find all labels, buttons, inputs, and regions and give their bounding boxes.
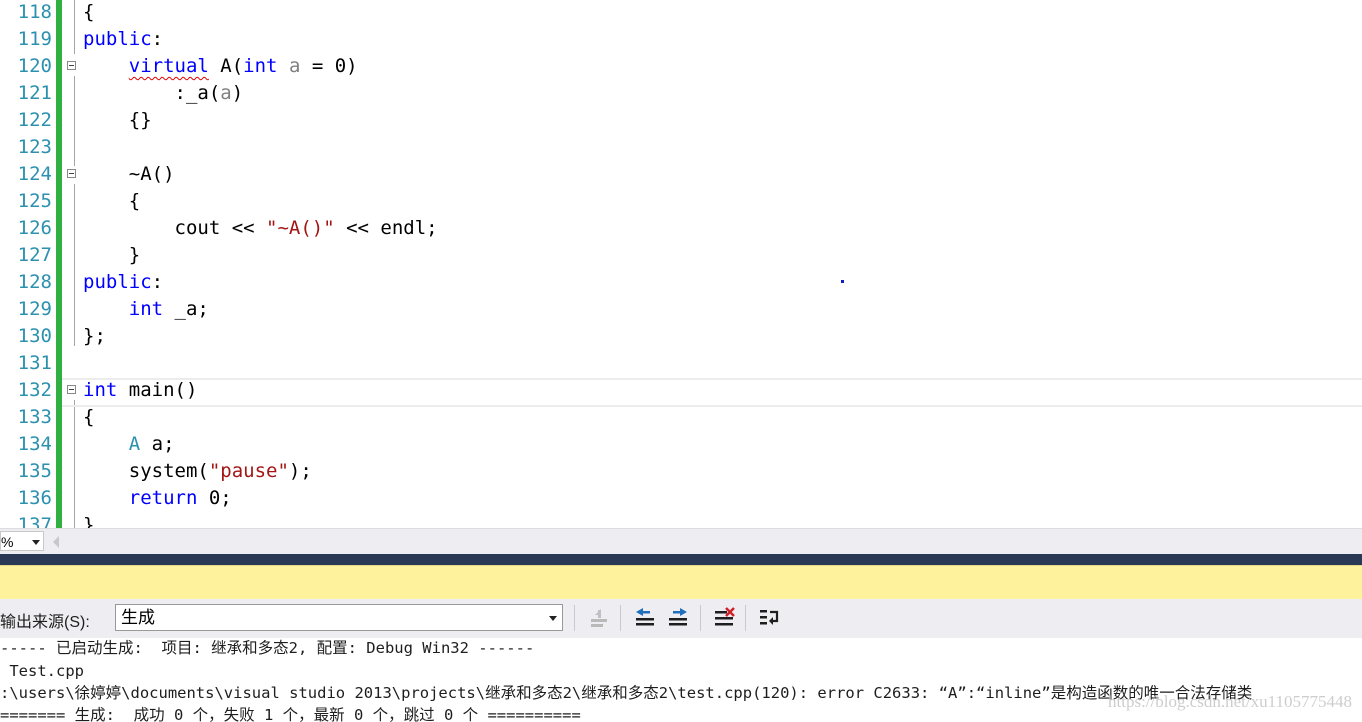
code-text: ~A() [83,163,175,185]
line-number: 119 [17,28,52,50]
code-line[interactable]: 122 {} [0,107,1362,134]
line-number: 129 [17,298,52,320]
line-number: 131 [17,352,52,374]
zoom-dropdown[interactable]: % [0,531,44,551]
code-text: return 0; [128,487,232,509]
code-line[interactable]: 124 ~A() [0,161,1362,188]
output-source-label: 输出来源(S): [0,614,90,631]
output-source-value: 生成 [121,608,155,627]
code-line[interactable]: 135 system("pause"); [0,458,1362,485]
chevron-down-icon [32,540,40,545]
code-editor[interactable]: 118{119 public: 120 virtual A(int a = 0) 12… [0,0,1362,528]
collapse-icon[interactable] [67,385,76,394]
toolbar-separator [745,605,746,631]
code-line[interactable]: 118 { [0,0,1362,26]
code-text: } [83,244,141,266]
output-line: ----- 已启动生成: 项目: 继承和多态2, 配置: Debug Win32… [0,639,535,657]
code-text: :_a(a) [83,82,244,104]
code-text: { [83,1,95,23]
next-message-icon[interactable] [666,606,690,630]
output-line: Test.cpp [0,662,84,680]
line-number: 123 [17,136,52,158]
line-number: 126 [17,217,52,239]
code-text: public: [83,28,164,50]
code-text: {} [83,109,152,131]
code-text: cout << "~A()" << endl; [83,217,438,239]
code-line[interactable]: 121 :_a(a) [0,80,1362,107]
code-line[interactable]: 134 A a; [0,431,1362,458]
code-line[interactable]: 125 { [0,188,1362,215]
output-toolbar: 输出来源(S): 生成 [0,599,1362,638]
toolbar-separator [574,605,575,631]
word-wrap-icon[interactable] [757,606,781,630]
code-line[interactable]: 119 public: [0,26,1362,53]
output-line-error[interactable]: :\users\徐婷婷\documents\visual studio 2013… [0,682,1252,704]
previous-message-icon[interactable] [633,606,657,630]
code-line[interactable]: 126 cout << "~A()" << endl; [0,215,1362,242]
code-text: public: [83,271,164,293]
line-number: 136 [17,487,52,509]
find-message-icon[interactable] [587,606,611,630]
code-line[interactable]: 123 [0,134,1362,161]
line-number: 137 [17,514,52,528]
scroll-left-icon[interactable] [53,536,59,548]
chevron-down-icon [549,616,557,621]
code-line[interactable]: 120 virtual A(int a = 0) [0,53,1362,80]
line-number: 132 [17,379,52,401]
code-text: system("pause"); [83,460,312,482]
code-text: int _a; [128,298,209,320]
code-line[interactable]: 137} [0,512,1362,528]
code-text: int main() [83,379,198,401]
line-number: 134 [17,433,52,455]
clear-all-icon[interactable] [712,606,736,630]
output-source-select[interactable]: 生成 [115,604,563,631]
code-text: } [83,514,95,528]
toolbar-separator [620,605,621,631]
line-number: 121 [17,82,52,104]
code-line[interactable]: 127 } [0,242,1362,269]
output-line: ======= 生成: 成功 0 个，失败 1 个，最新 0 个，跳过 0 个 … [0,706,581,722]
code-line[interactable]: 131 [0,350,1362,377]
output-pane[interactable]: ----- 已启动生成: 项目: 继承和多态2, 配置: Debug Win32… [0,638,1362,722]
code-line[interactable]: 136 return 0; [0,485,1362,512]
editor-status-strip: % [0,528,1362,555]
line-number: 128 [17,271,52,293]
code-text: virtual A(int a = 0) [128,55,358,77]
code-line[interactable]: 129 int _a; [0,296,1362,323]
line-number: 120 [17,55,52,77]
line-number: 122 [17,109,52,131]
watermark: https://blog.csdn.net/xu1105775448 [1108,692,1352,711]
code-text: { [83,190,141,212]
toolbar-separator [700,605,701,631]
line-number: 124 [17,163,52,185]
window-splitter[interactable] [0,554,1362,565]
code-line[interactable]: 133 { [0,404,1362,431]
line-number: 135 [17,460,52,482]
collapse-icon[interactable] [67,169,76,178]
code-line[interactable]: 130}; [0,323,1362,350]
code-text: { [83,406,95,428]
line-number: 125 [17,190,52,212]
code-text: }; [83,325,106,347]
notification-bar [0,565,1362,600]
code-line[interactable]: 132 int main() [0,377,1362,404]
code-line[interactable]: 128 public: [0,269,1362,296]
collapse-icon[interactable] [67,61,76,70]
line-number: 130 [17,325,52,347]
line-number: 127 [17,244,52,266]
line-number: 133 [17,406,52,428]
line-number: 118 [17,1,52,23]
zoom-value: % [1,534,14,550]
code-text: A a; [128,433,175,455]
